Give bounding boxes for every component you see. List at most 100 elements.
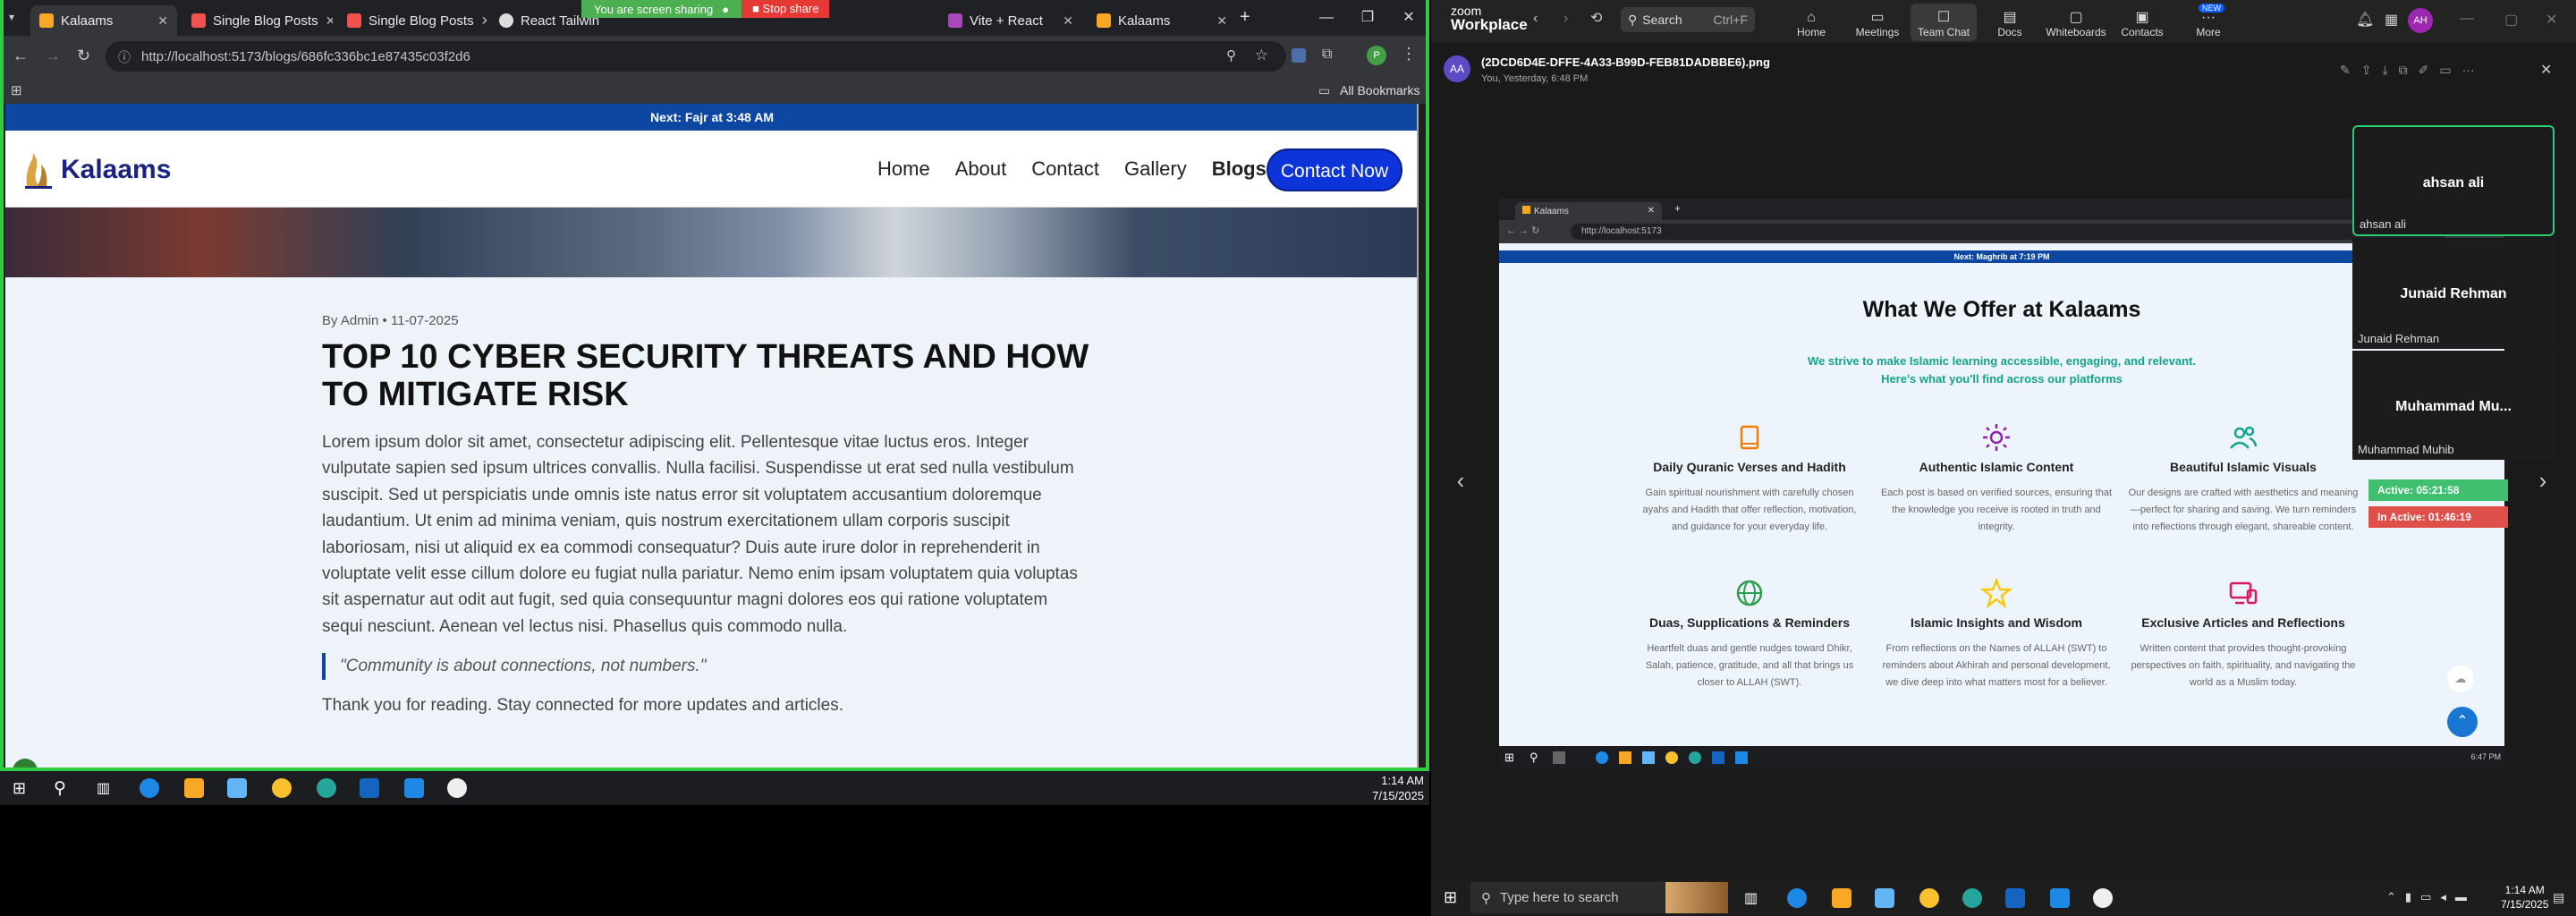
site-logo[interactable]: Kalaams (21, 150, 171, 190)
app-icon[interactable] (317, 778, 336, 798)
prev-image-arrow[interactable]: ‹ (1447, 467, 1474, 494)
vscode-icon[interactable] (404, 778, 424, 798)
zoom-icon[interactable] (360, 778, 379, 798)
task-view-icon[interactable]: ▥ (1744, 889, 1758, 907)
bookmark-star-icon[interactable]: ☆ (1255, 47, 1268, 64)
zoom-nav-contacts[interactable]: ▣ Contacts (2109, 4, 2175, 41)
windows-start-icon[interactable]: ⊞ (13, 779, 26, 798)
nav-blogs[interactable]: Blogs (1212, 157, 1267, 181)
network-icon[interactable]: ▭ (2420, 890, 2431, 904)
nav-gallery[interactable]: Gallery (1124, 157, 1187, 181)
volume-icon[interactable]: ◂ (2440, 890, 2446, 904)
chevron-up-icon[interactable]: ⌃ (2386, 890, 2396, 904)
back-icon[interactable]: ‹ (1533, 11, 1538, 27)
tab-vite-react[interactable]: Vite + React ✕ (939, 5, 1082, 36)
forward-icon[interactable]: → (45, 47, 61, 65)
zoom-nav-whiteboards[interactable]: ▢ Whiteboards (2043, 4, 2109, 41)
zoom-nav-docs[interactable]: ▤ Docs (1977, 4, 2043, 41)
copy-icon[interactable]: ⧉ (2399, 63, 2408, 78)
zoom-nav-meetings[interactable]: ▭ Meetings (1844, 4, 1911, 41)
url-input[interactable]: ⓘ http://localhost:5173/blogs/686fc336bc… (106, 41, 1286, 72)
minimize-icon[interactable]: — (2460, 11, 2474, 27)
zoom-nav-home[interactable]: ⌂ Home (1778, 4, 1844, 41)
store-icon[interactable] (227, 778, 247, 798)
nav-about[interactable]: About (955, 157, 1007, 181)
page-scrollbar[interactable] (1417, 104, 1419, 771)
close-tab-icon[interactable]: ✕ (157, 13, 168, 29)
mic-icon[interactable]: ▮ (2405, 890, 2411, 904)
maximize-icon[interactable]: ❐ (1347, 0, 1388, 36)
stop-share-button[interactable]: ■ Stop share (741, 0, 830, 18)
chrome-icon[interactable] (1919, 888, 1939, 908)
edge-icon[interactable] (1787, 888, 1807, 908)
download-icon[interactable]: ⤓ (2382, 63, 2387, 78)
participant-tile[interactable]: Junaid Rehman Junaid Rehman (2352, 238, 2555, 349)
close-window-icon[interactable]: ✕ (2546, 11, 2557, 29)
save-icon[interactable]: ▭ (2439, 63, 2451, 78)
nav-label: Team Chat (1917, 26, 1970, 38)
tab-kalaams[interactable]: Kalaams ✕ (30, 5, 177, 36)
next-image-arrow[interactable]: › (2529, 467, 2556, 494)
back-icon[interactable]: ← (13, 47, 29, 65)
extension-icon[interactable] (1292, 48, 1306, 63)
tab-single-blog-1[interactable]: Single Blog Posts ✕ (182, 5, 333, 36)
file-explorer-icon[interactable] (1832, 888, 1852, 908)
zoom-icon[interactable] (2005, 888, 2025, 908)
minimize-icon[interactable]: — (1306, 0, 1347, 36)
apps-grid-icon[interactable]: ⊞ (11, 82, 22, 98)
zoom-search-input[interactable]: ⚲ Search Ctrl+F (1621, 7, 1755, 32)
history-icon[interactable]: ⟲ (1590, 9, 1602, 27)
tab-search-icon[interactable]: ▾ (9, 11, 14, 23)
new-tab-icon[interactable]: + (1240, 7, 1250, 28)
app-icon[interactable] (447, 778, 467, 798)
forward-icon[interactable]: › (1563, 11, 1568, 27)
zoom-nav-team-chat[interactable]: ☐ Team Chat (1911, 4, 1977, 41)
zoom-icon (1712, 751, 1724, 764)
file-explorer-icon[interactable] (184, 778, 204, 798)
maximize-icon[interactable]: ▢ (2504, 11, 2518, 29)
share-icon[interactable]: ⇧ (2361, 63, 2372, 78)
vscode-icon[interactable] (2050, 888, 2070, 908)
participant-tile[interactable]: ahsan ali ahsan ali (2352, 125, 2555, 236)
participant-tile[interactable]: Muhammad Mu... Muhammad Muhib (2352, 351, 2555, 460)
profile-avatar[interactable]: P (1367, 46, 1386, 65)
calendar-icon[interactable]: ▦ (2385, 11, 2398, 29)
menu-dots-icon[interactable]: ⋮ (1401, 45, 1417, 64)
app-icon[interactable] (2093, 888, 2113, 908)
close-tab-icon[interactable]: ✕ (1216, 13, 1227, 29)
annotate-icon[interactable]: ✐ (2419, 63, 2429, 78)
extensions-puzzle-icon[interactable]: ⧉ (1322, 47, 1332, 63)
nav-contact[interactable]: Contact (1031, 157, 1099, 181)
all-bookmarks-link[interactable]: All Bookmarks (1340, 83, 1419, 98)
store-icon[interactable] (1875, 888, 1894, 908)
app-icon[interactable] (1962, 888, 1982, 908)
tab-single-blog-2[interactable]: Single Blog Posts ✕ (338, 5, 487, 36)
close-window-icon[interactable]: ✕ (1388, 0, 1429, 36)
close-tab-icon[interactable]: ✕ (326, 13, 333, 29)
close-tab-icon[interactable]: ✕ (481, 13, 487, 29)
more-icon[interactable]: ··· (2462, 63, 2475, 78)
edit-fab-button[interactable] (13, 759, 38, 771)
contact-now-button[interactable]: Contact Now (1267, 148, 1402, 191)
close-viewer-icon[interactable]: ✕ (2540, 61, 2552, 79)
taskbar-search-input[interactable]: ⚲ Type here to search (1470, 882, 1728, 913)
task-view-icon[interactable]: ▥ (97, 779, 110, 797)
contacts-icon: ▣ (2135, 10, 2149, 25)
close-tab-icon[interactable]: ✕ (1063, 13, 1073, 29)
reload-icon[interactable]: ↻ (77, 47, 90, 65)
edge-icon[interactable] (140, 778, 159, 798)
chrome-icon[interactable] (272, 778, 292, 798)
notification-icon[interactable]: ▤ (2553, 890, 2564, 905)
tab-kalaams-2[interactable]: Kalaams ✕ (1088, 5, 1236, 36)
site-info-icon[interactable]: ⓘ (118, 48, 131, 66)
zoom-nav-more[interactable]: NEW ··· More (2175, 4, 2241, 41)
user-avatar[interactable]: AH (2408, 8, 2433, 33)
location-icon[interactable]: ⚲ (1226, 47, 1236, 64)
bell-icon[interactable]: 🔔︎ (2356, 11, 2374, 29)
edit-icon[interactable]: ✎ (2340, 63, 2351, 78)
offer-card: Exclusive Articles and Reflections Writt… (2127, 578, 2360, 691)
nav-home[interactable]: Home (877, 157, 930, 181)
battery-icon[interactable]: ▬ (2455, 890, 2467, 904)
taskbar-search-icon[interactable]: ⚲ (54, 778, 66, 799)
windows-start-icon[interactable]: ⊞ (1444, 888, 1457, 907)
